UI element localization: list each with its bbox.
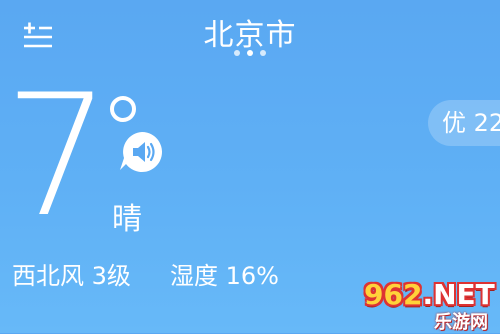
watermark-sub: 乐游网 xyxy=(434,312,488,333)
page-indicator xyxy=(0,50,500,56)
temperature-value: 7 xyxy=(4,58,111,254)
watermark-main: 962.NET xyxy=(364,278,495,311)
page-dot xyxy=(260,50,266,56)
watermark-logo: 962.NET 乐游网 xyxy=(358,278,496,333)
city-title[interactable]: 北京市 xyxy=(0,10,500,54)
wind-info: 西北风 3级 xyxy=(12,262,131,290)
air-quality-badge[interactable]: 优 22 xyxy=(428,100,500,146)
humidity-info: 湿度 16% xyxy=(170,262,279,290)
degree-icon xyxy=(110,96,136,122)
weather-condition: 晴 xyxy=(112,202,142,237)
page-dot xyxy=(234,50,240,56)
speaker-icon[interactable] xyxy=(118,128,166,176)
page-dot-active xyxy=(247,50,253,56)
